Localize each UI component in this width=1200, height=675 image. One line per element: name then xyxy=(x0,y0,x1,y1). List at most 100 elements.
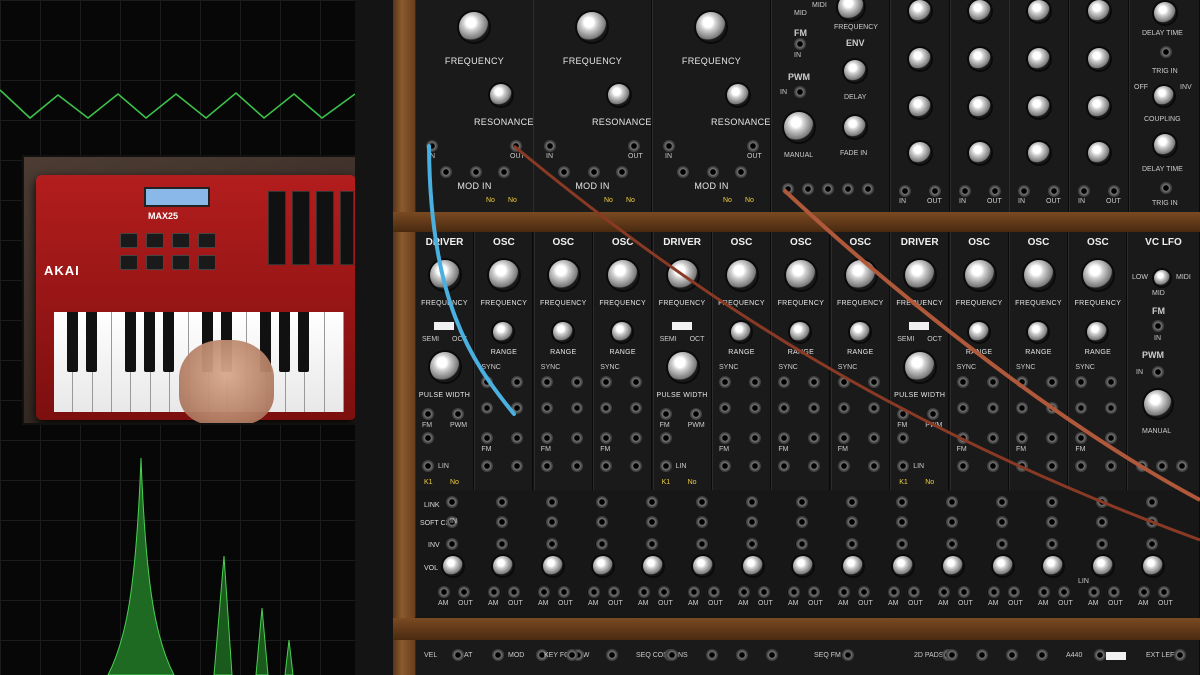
range-knob[interactable] xyxy=(849,322,870,342)
inv-jack[interactable] xyxy=(896,538,908,550)
volume-knob[interactable] xyxy=(793,556,813,576)
wave-jack[interactable] xyxy=(630,376,643,388)
volume-knob[interactable] xyxy=(593,556,613,576)
gate-out-jack[interactable] xyxy=(1108,185,1120,197)
link-jack[interactable] xyxy=(846,496,858,508)
wave-jack[interactable] xyxy=(511,376,524,388)
inv-jack[interactable] xyxy=(996,538,1008,550)
mod-jack[interactable] xyxy=(677,166,689,178)
fm2-jack[interactable] xyxy=(778,460,791,472)
wave-jack[interactable] xyxy=(570,376,583,388)
volume-knob[interactable] xyxy=(643,556,663,576)
soft-clip-jack[interactable] xyxy=(496,516,508,528)
lfo-out-jack[interactable] xyxy=(1136,460,1148,472)
resonance-knob[interactable] xyxy=(490,84,512,106)
out-jack[interactable] xyxy=(608,586,620,598)
wave-jack[interactable] xyxy=(1046,432,1058,444)
bottom-jack[interactable] xyxy=(1094,649,1106,661)
wave-jack[interactable] xyxy=(808,376,821,388)
fm2-jack[interactable] xyxy=(422,432,434,444)
volume-knob[interactable] xyxy=(493,556,513,576)
soft-clip-jack[interactable] xyxy=(796,516,808,528)
out-jack[interactable] xyxy=(1058,586,1070,598)
gate-jack[interactable] xyxy=(1018,185,1030,197)
lfo-out-jack[interactable] xyxy=(862,183,874,195)
param-knob[interactable] xyxy=(1088,0,1110,22)
wave-jack[interactable] xyxy=(749,376,761,388)
wave-jack[interactable] xyxy=(630,432,643,444)
wave-jack[interactable] xyxy=(1075,402,1088,414)
am-jack[interactable] xyxy=(638,586,650,598)
input-jack[interactable] xyxy=(663,140,675,152)
wave-jack[interactable] xyxy=(511,402,524,414)
frequency-knob[interactable] xyxy=(845,260,876,290)
out-jack[interactable] xyxy=(958,586,970,598)
am-jack[interactable] xyxy=(1138,586,1150,598)
wave-jack[interactable] xyxy=(808,460,821,472)
fm-jack[interactable] xyxy=(600,432,613,444)
fm-jack[interactable] xyxy=(659,408,672,420)
am-jack[interactable] xyxy=(438,586,450,598)
lin-jack[interactable] xyxy=(897,460,910,472)
link-jack[interactable] xyxy=(1146,496,1158,508)
range-switch[interactable] xyxy=(1154,270,1170,286)
lfo-out-jack[interactable] xyxy=(842,183,854,195)
bottom-jack[interactable] xyxy=(606,649,618,661)
link-jack[interactable] xyxy=(746,496,758,508)
link-jack[interactable] xyxy=(796,496,808,508)
manual-knob[interactable] xyxy=(1144,390,1172,418)
fm2-jack[interactable] xyxy=(659,432,672,444)
link-jack[interactable] xyxy=(896,496,908,508)
am-jack[interactable] xyxy=(988,586,1000,598)
link-jack[interactable] xyxy=(1096,496,1108,508)
frequency-knob[interactable] xyxy=(489,260,520,290)
gate-out-jack[interactable] xyxy=(1048,185,1060,197)
sync-jack[interactable] xyxy=(600,376,613,388)
gate-jack[interactable] xyxy=(899,185,911,197)
sync-jack[interactable] xyxy=(540,376,553,388)
wave-jack[interactable] xyxy=(600,402,613,414)
input-jack[interactable] xyxy=(544,140,556,152)
soft-clip-jack[interactable] xyxy=(596,516,608,528)
volume-knob[interactable] xyxy=(993,556,1013,576)
out-jack[interactable] xyxy=(658,586,670,598)
frequency-knob[interactable] xyxy=(430,260,460,290)
wave-jack[interactable] xyxy=(749,402,761,414)
wave-jack[interactable] xyxy=(570,402,583,414)
lfo-out-jack[interactable] xyxy=(802,183,814,195)
bottom-jack[interactable] xyxy=(492,649,504,661)
soft-clip-jack[interactable] xyxy=(996,516,1008,528)
bottom-jack[interactable] xyxy=(766,649,778,661)
link-jack[interactable] xyxy=(446,496,458,508)
param-knob[interactable] xyxy=(909,96,931,118)
param-knob[interactable] xyxy=(1088,48,1110,70)
pwm-jack[interactable] xyxy=(1152,366,1164,378)
sync-jack[interactable] xyxy=(1016,376,1028,388)
frequency-knob[interactable] xyxy=(608,260,639,290)
pwm-jack[interactable] xyxy=(927,408,940,420)
pwm-jack[interactable] xyxy=(452,408,464,420)
mod-jack[interactable] xyxy=(440,166,452,178)
volume-knob[interactable] xyxy=(1043,556,1063,576)
am-jack[interactable] xyxy=(588,586,600,598)
gate-jack[interactable] xyxy=(959,185,971,197)
wave-jack[interactable] xyxy=(511,460,524,472)
fm-jack[interactable] xyxy=(422,408,434,420)
sync-jack[interactable] xyxy=(778,376,791,388)
inv-jack[interactable] xyxy=(546,538,558,550)
pwm-jack[interactable] xyxy=(689,408,702,420)
frequency-knob[interactable] xyxy=(577,12,607,42)
wave-jack[interactable] xyxy=(719,402,731,414)
wave-jack[interactable] xyxy=(511,432,524,444)
link-jack[interactable] xyxy=(696,496,708,508)
wave-jack[interactable] xyxy=(570,460,583,472)
fade-in-knob[interactable] xyxy=(844,116,866,138)
pulse-width-knob[interactable] xyxy=(430,352,460,382)
bottom-jack[interactable] xyxy=(706,649,718,661)
sync-jack[interactable] xyxy=(837,376,850,388)
volume-knob[interactable] xyxy=(893,556,913,576)
input-jack[interactable] xyxy=(426,140,438,152)
mod-jack[interactable] xyxy=(588,166,600,178)
inv-jack[interactable] xyxy=(1046,538,1058,550)
soft-clip-jack[interactable] xyxy=(546,516,558,528)
